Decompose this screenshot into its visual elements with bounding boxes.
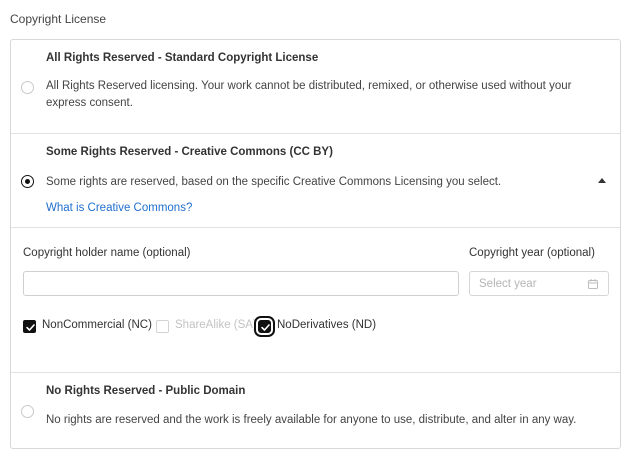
chevron-up-icon[interactable] (598, 178, 606, 183)
checkbox-noncommercial-label: NonCommercial (NC) (42, 319, 152, 331)
year-label: Copyright year (optional) (469, 247, 595, 259)
checkbox-sharealike-label: ShareAlike (SA) (175, 319, 257, 331)
option-description: No rights are reserved and the work is f… (46, 414, 577, 426)
year-placeholder: Select year (479, 278, 537, 290)
option-title: Some Rights Reserved - Creative Commons … (46, 146, 333, 158)
year-select[interactable]: Select year (469, 271, 609, 296)
checkbox-sharealike-box (156, 320, 169, 333)
license-options: All Rights Reserved - Standard Copyright… (10, 39, 621, 449)
check-icon (261, 324, 270, 331)
checkbox-noderivatives[interactable]: NoDerivatives (ND) (258, 316, 388, 338)
section-label: Copyright License (10, 12, 107, 26)
checkbox-noncommercial-box[interactable] (23, 320, 36, 333)
option-title: No Rights Reserved - Public Domain (46, 385, 246, 397)
holder-name-input[interactable] (23, 271, 459, 296)
checkbox-noderivatives-label: NoDerivatives (ND) (277, 319, 377, 331)
holder-name-label: Copyright holder name (optional) (23, 247, 191, 259)
option-public-domain[interactable]: No Rights Reserved - Public Domain No ri… (11, 372, 620, 448)
calendar-icon (588, 279, 598, 289)
option-description: All Rights Reserved licensing. Your work… (46, 80, 572, 109)
radio-public-domain[interactable] (21, 405, 34, 418)
what-is-creative-commons-link[interactable]: What is Creative Commons? (46, 202, 192, 214)
checkbox-sharealike: ShareAlike (SA) (156, 316, 257, 338)
creative-commons-settings: Copyright holder name (optional) Copyrig… (11, 228, 620, 372)
option-title: All Rights Reserved - Standard Copyright… (46, 52, 319, 64)
radio-all-rights-reserved[interactable] (21, 81, 34, 94)
option-all-rights-reserved[interactable]: All Rights Reserved - Standard Copyright… (11, 40, 620, 134)
option-creative-commons[interactable]: Some Rights Reserved - Creative Commons … (11, 134, 620, 228)
check-icon (26, 324, 35, 331)
checkbox-noderivatives-box[interactable] (258, 320, 271, 333)
radio-creative-commons[interactable] (21, 175, 34, 188)
option-description: Some rights are reserved, based on the s… (46, 176, 502, 188)
checkbox-noncommercial[interactable]: NonCommercial (NC) (23, 316, 153, 338)
